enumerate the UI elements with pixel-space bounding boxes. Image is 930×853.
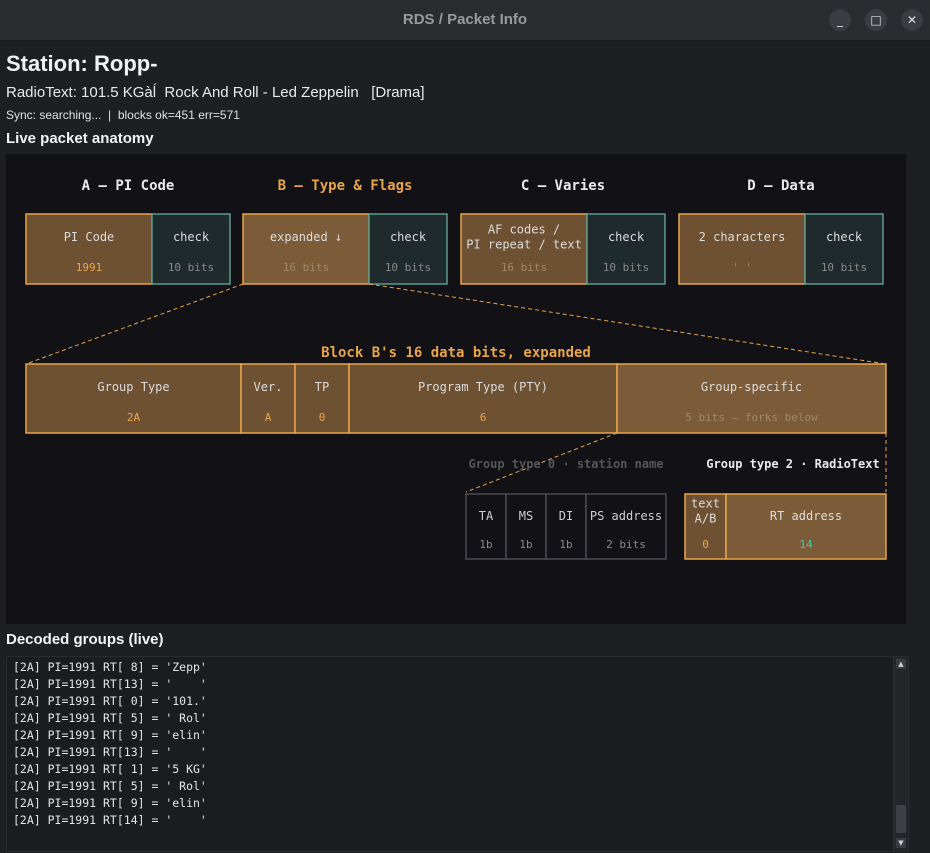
block-check-bits: 10 bits [168,261,214,274]
bitfield-label: Group-specific [701,380,802,394]
block-check-label: check [608,230,645,244]
group0-field-label: PS address [590,509,662,523]
expanded-title: Block B's 16 data bits, expanded [321,345,591,361]
block-data-value: 16 bits [501,261,547,274]
bitfield-label: Group Type [97,380,169,394]
log-line: [2A] PI=1991 RT[ 5] = ' Rol' [13,711,207,725]
group2-field-label: text A/B [691,497,720,526]
bitfield-value: 2A [127,411,141,424]
block-check-label: check [826,230,863,244]
scroll-thumb[interactable] [896,805,906,833]
log-line: [2A] PI=1991 RT[ 9] = 'elin' [13,728,207,742]
block-check-label: check [173,230,210,244]
group0-field-value: 1b [559,538,572,551]
station-name: Station: Ropp- [6,51,158,76]
decoded-groups-title: Decoded groups (live) [6,631,164,648]
bitfield-value: 6 [480,411,487,424]
block-data-value: 16 bits [283,261,329,274]
maximize-button[interactable]: □ [865,9,887,31]
log-line: [2A] PI=1991 RT[ 1] = '5 KG' [13,762,207,776]
anatomy-title: Live packet anatomy [6,130,154,147]
block-header: C — Varies [521,178,605,194]
block-header: A — PI Code [82,178,175,194]
connector-line-left [25,283,244,365]
log-scrollbar[interactable]: ▲ ▼ [893,657,908,851]
title-bar: RDS / Packet Info _ □ ✕ [0,0,930,41]
log-line: [2A] PI=1991 RT[ 8] = 'Zepp' [13,660,207,674]
close-button[interactable]: ✕ [901,9,923,31]
group2-field-label: RT address [770,509,842,523]
bitfield-value: 5 bits — forks below [685,411,818,424]
bitfield-value: 0 [319,411,326,424]
block-header: B — Type & Flags [278,178,413,194]
log-line: [2A] PI=1991 RT[ 9] = 'elin' [13,796,207,810]
log-line: [2A] PI=1991 RT[ 5] = ' Rol' [13,779,207,793]
packet-anatomy-diagram: A — PI Code PI Code 1991 check 10 bits B — Ty… [25,178,887,560]
radiotext-line: RadioText: 101.5 KGàĺ Rock And Roll - Le… [6,84,425,101]
bitfield-label: Program Type (PTY) [418,380,548,394]
sync-status: Sync: searching... | blocks ok=451 err=5… [6,108,240,122]
window-title: RDS / Packet Info [402,11,528,28]
group0-field-value: 1b [479,538,492,551]
block-check-bits: 10 bits [603,261,649,274]
log-line: [2A] PI=1991 RT[ 0] = '101.' [13,694,207,708]
block-check-bits: 10 bits [385,261,431,274]
decoded-groups-log[interactable]: [2A] PI=1991 RT[ 8] = 'Zepp' [2A] PI=1991… [6,656,909,852]
minimize-button[interactable]: _ [829,9,851,31]
log-line: [2A] PI=1991 RT[13] = ' ' [13,677,207,691]
scroll-up-arrow-icon[interactable]: ▲ [896,659,906,669]
group0-title: Group type 0 · station name [468,457,663,471]
group0-field-value: 2 bits [606,538,646,551]
block-check-label: check [390,230,427,244]
bitfield-value: A [265,411,272,424]
log-line: [2A] PI=1991 RT[13] = ' ' [13,745,207,759]
packet-anatomy-canvas: A — PI Code PI Code 1991 check 10 bits B — Ty… [6,154,906,624]
log-lines: [2A] PI=1991 RT[ 8] = 'Zepp' [2A] PI=1991… [13,659,207,829]
group0-field-label: MS [519,509,533,523]
block-data-label: 2 characters [699,230,786,244]
scroll-down-arrow-icon[interactable]: ▼ [896,838,906,848]
group0-field-label: DI [559,509,573,523]
block-data-label: expanded ↓ [270,230,342,244]
bitfield-label: Ver. [254,380,283,394]
group2-field-value: 14 [799,538,813,551]
block-data-value: 1991 [76,261,103,274]
group0-field-value: 1b [519,538,532,551]
bitfield-label: TP [315,380,329,394]
block-data-value: ' ' [732,261,752,274]
group2-field-value: 0 [702,538,709,551]
block-check-bits: 10 bits [821,261,867,274]
group0-field-label: TA [479,509,494,523]
group2-title: Group type 2 · RadioText [706,457,879,471]
block-data-label: PI Code [64,230,115,244]
log-line: [2A] PI=1991 RT[14] = ' ' [13,813,207,827]
block-header: D — Data [747,178,814,194]
